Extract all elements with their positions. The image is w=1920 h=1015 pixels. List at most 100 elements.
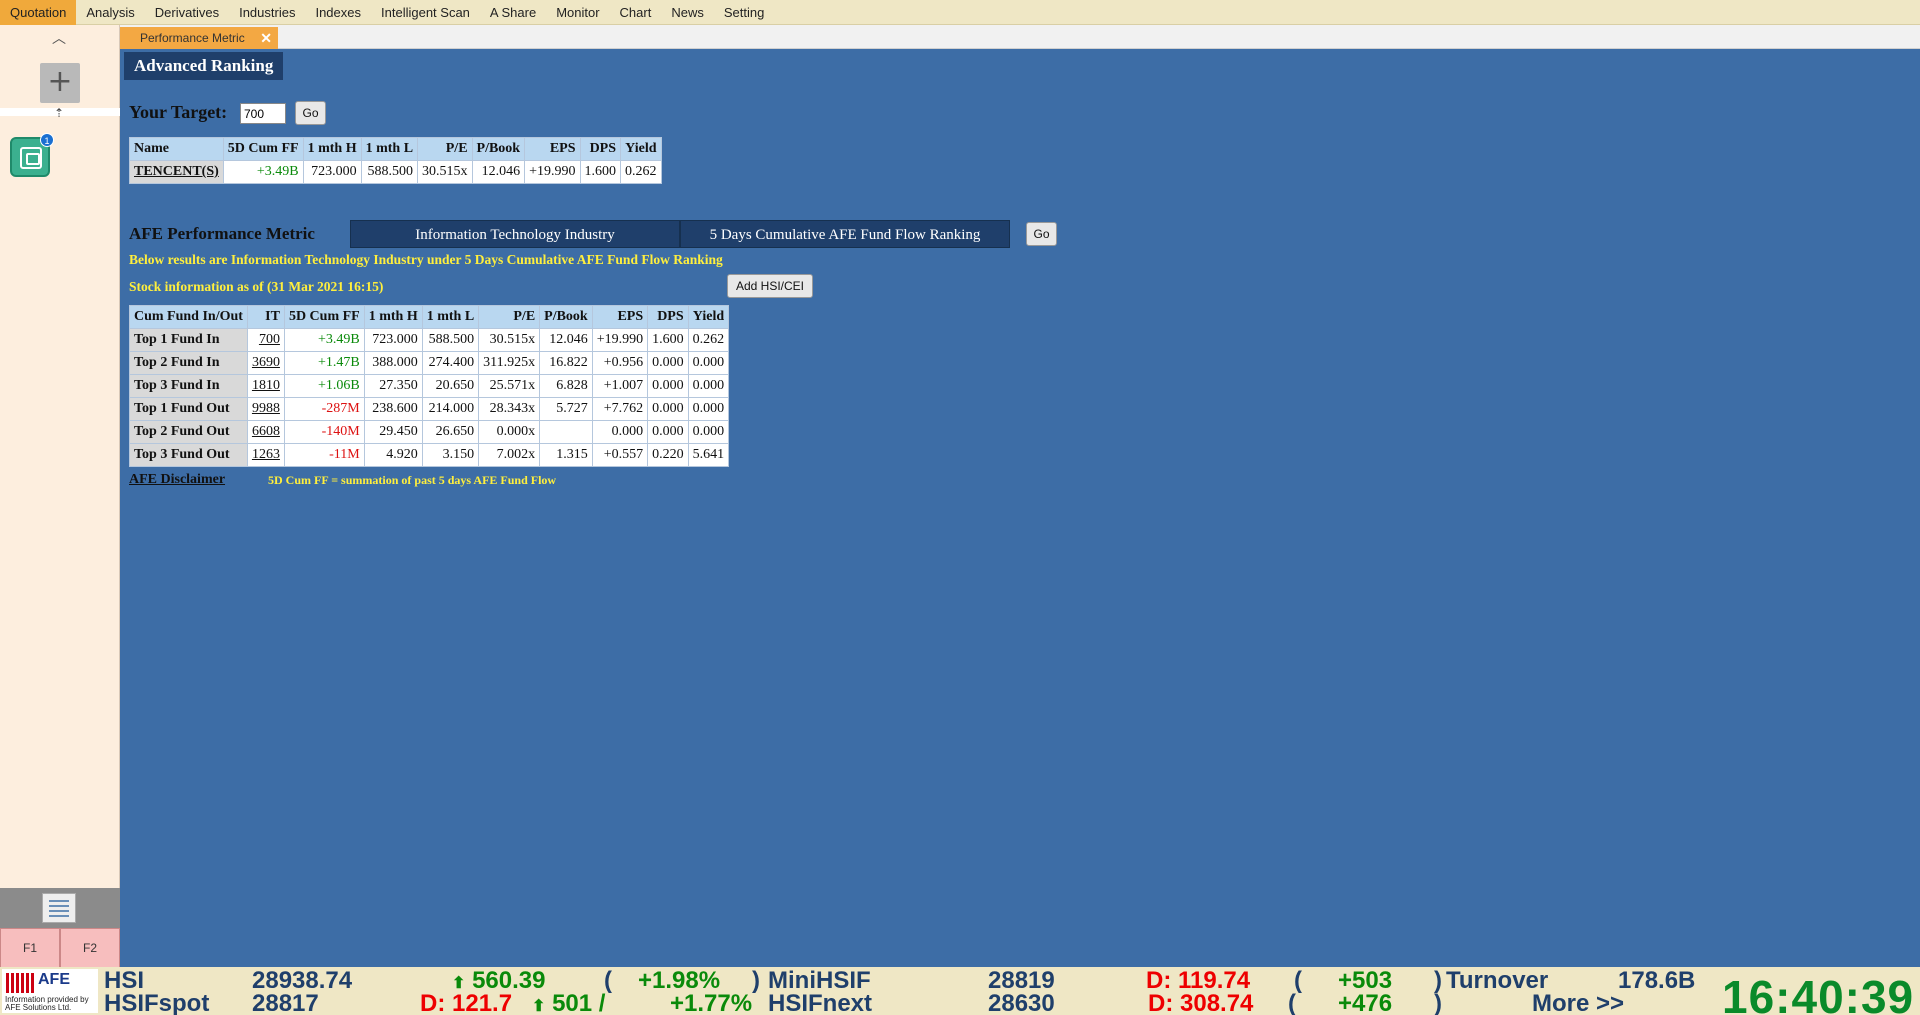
stock-code-link[interactable]: 1263 xyxy=(246,443,285,467)
industry-selector[interactable]: Information Technology Industry xyxy=(350,220,680,248)
hsifnext-change: +476 xyxy=(1338,990,1393,1015)
menu-item-setting[interactable]: Setting xyxy=(714,0,774,25)
hsi-close-paren: ) xyxy=(752,967,760,994)
table-cell: 25.571x xyxy=(478,374,541,398)
column-header: IT xyxy=(246,305,285,329)
afe-logo: AFE Information provided by AFE Solution… xyxy=(2,969,98,1013)
column-header: 1 mth H xyxy=(302,137,362,161)
rank-label: Top 1 Fund Out xyxy=(129,397,248,421)
menu-item-industries[interactable]: Industries xyxy=(229,0,305,25)
stock-name-link[interactable]: TENCENT(S) xyxy=(129,160,224,184)
menu-item-a-share[interactable]: A Share xyxy=(480,0,546,25)
table-cell: +1.007 xyxy=(591,374,649,398)
add-hsi-cei-button[interactable]: Add HSI/CEI xyxy=(727,274,813,298)
table-cell: 5.727 xyxy=(539,397,593,421)
go-button[interactable]: Go xyxy=(295,101,326,125)
stock-code-link[interactable]: 6608 xyxy=(246,420,285,444)
tab-strip: Performance Metric ✕ xyxy=(120,25,1920,49)
hsifspot-percent: +1.77% xyxy=(670,990,753,1015)
column-header: Yield xyxy=(620,137,662,161)
table-cell: +3.49B xyxy=(222,160,304,184)
close-icon[interactable]: ✕ xyxy=(260,27,272,49)
tab-label: Performance Metric xyxy=(140,31,245,45)
table-cell: 3.150 xyxy=(421,443,480,467)
menu-item-quotation[interactable]: Quotation xyxy=(0,0,77,25)
column-header: EPS xyxy=(524,137,581,161)
stock-code-link[interactable]: 700 xyxy=(246,328,285,352)
table-cell: 26.650 xyxy=(421,420,480,444)
tab-performance-metric[interactable]: Performance Metric ✕ xyxy=(120,27,278,49)
table-cell: 0.000x xyxy=(478,420,541,444)
table-cell: 588.500 xyxy=(360,160,419,184)
view-panel-button[interactable] xyxy=(0,888,120,928)
hsifspot-label: HSIFspot xyxy=(104,990,210,1015)
column-header: 1 mth H xyxy=(363,305,423,329)
column-header: Cum Fund In/Out xyxy=(129,305,248,329)
hsifspot-change: ⬆ 501 / xyxy=(532,990,606,1015)
menu-item-derivatives[interactable]: Derivatives xyxy=(145,0,229,25)
hsifspot-discount: D: 121.7 xyxy=(420,990,513,1015)
table-cell: 1.600 xyxy=(647,328,689,352)
table-cell: 214.000 xyxy=(421,397,480,421)
column-header: DPS xyxy=(647,305,689,329)
table-row: Top 2 Fund In 3690 +1.47B 388.000 274.400 311… xyxy=(129,351,730,375)
table-cell: 6.828 xyxy=(539,374,593,398)
market-clock: 16:40:39 xyxy=(1722,971,1915,1015)
afe-go-button[interactable]: Go xyxy=(1026,222,1057,246)
up-arrow-icon: ⬆ xyxy=(532,998,546,1015)
table-cell: 311.925x xyxy=(478,351,541,375)
table-cell: 16.822 xyxy=(539,351,593,375)
fund-flow-ranking-table: Cum Fund In/Out IT 5D Cum FF 1 mth H1 mth L… xyxy=(129,305,730,467)
table-cell: 29.450 xyxy=(363,420,423,444)
table-cell: +19.990 xyxy=(591,328,649,352)
column-header: P/Book xyxy=(539,305,593,329)
table-row: Top 3 Fund Out 1263 -11M 4.920 3.150 7.002x 1.… xyxy=(129,443,730,467)
table-cell: 238.600 xyxy=(363,397,423,421)
f2-button[interactable]: F2 xyxy=(60,928,120,968)
table-cell: 7.002x xyxy=(478,443,541,467)
menu-item-indexes[interactable]: Indexes xyxy=(305,0,371,25)
menu-item-analysis[interactable]: Analysis xyxy=(76,0,144,25)
add-panel-button[interactable]: + xyxy=(40,63,80,103)
stock-code-link[interactable]: 3690 xyxy=(246,351,285,375)
column-header: P/E xyxy=(417,137,473,161)
hsifspot-value: 28817 xyxy=(252,990,319,1015)
table-cell: +1.06B xyxy=(283,374,365,398)
stock-code-link[interactable]: 1810 xyxy=(246,374,285,398)
f1-button[interactable]: F1 xyxy=(0,928,60,968)
table-cell: 588.500 xyxy=(421,328,480,352)
table-cell xyxy=(539,420,593,444)
table-cell: +7.762 xyxy=(591,397,649,421)
ranking-type-selector[interactable]: 5 Days Cumulative AFE Fund Flow Ranking xyxy=(680,220,1010,248)
table-cell: +1.47B xyxy=(283,351,365,375)
table-row: Top 3 Fund In 1810 +1.06B 27.350 20.650 25.57… xyxy=(129,374,730,398)
table-cell: 12.046 xyxy=(539,328,593,352)
hsifnext-value: 28630 xyxy=(988,990,1055,1015)
table-cell: 0.000 xyxy=(687,351,730,375)
hsifnext-open-paren: ( xyxy=(1288,990,1296,1015)
column-header: 1 mth L xyxy=(360,137,419,161)
target-input[interactable] xyxy=(240,103,286,124)
table-cell: 4.920 xyxy=(363,443,423,467)
afe-disclaimer-link[interactable]: AFE Disclaimer xyxy=(129,472,225,488)
resize-handle-icon[interactable]: ⇡ xyxy=(54,106,64,120)
turnover-value: 178.6B xyxy=(1618,967,1696,994)
collapse-up-icon[interactable]: ︿ xyxy=(52,28,66,48)
left-sidebar: ︿ + ⇡ 1 F1 F2 xyxy=(0,25,120,968)
more-link[interactable]: More >> xyxy=(1532,990,1624,1015)
hsifnext-label: HSIFnext xyxy=(768,990,873,1015)
stock-info-timestamp: Stock information as of (31 Mar 2021 16:… xyxy=(129,279,384,294)
main-content: Advanced Ranking Your Target: Go Name5D … xyxy=(120,49,1920,967)
table-row: Top 2 Fund Out 6608 -140M 29.450 26.650 0.000… xyxy=(129,420,730,444)
window-count-badge: 1 xyxy=(40,133,54,147)
table-row: Top 1 Fund Out 9988 -287M 238.600 214.000 28.… xyxy=(129,397,730,421)
table-cell: 274.400 xyxy=(421,351,480,375)
main-menu-bar: Quotation Analysis Derivatives Industries In… xyxy=(0,0,1920,25)
menu-item-monitor[interactable]: Monitor xyxy=(546,0,609,25)
menu-item-intelligent-scan[interactable]: Intelligent Scan xyxy=(371,0,480,25)
menu-item-news[interactable]: News xyxy=(661,0,714,25)
stock-code-link[interactable]: 9988 xyxy=(246,397,285,421)
table-cell: 0.000 xyxy=(687,397,730,421)
table-cell: 388.000 xyxy=(363,351,423,375)
menu-item-chart[interactable]: Chart xyxy=(610,0,662,25)
